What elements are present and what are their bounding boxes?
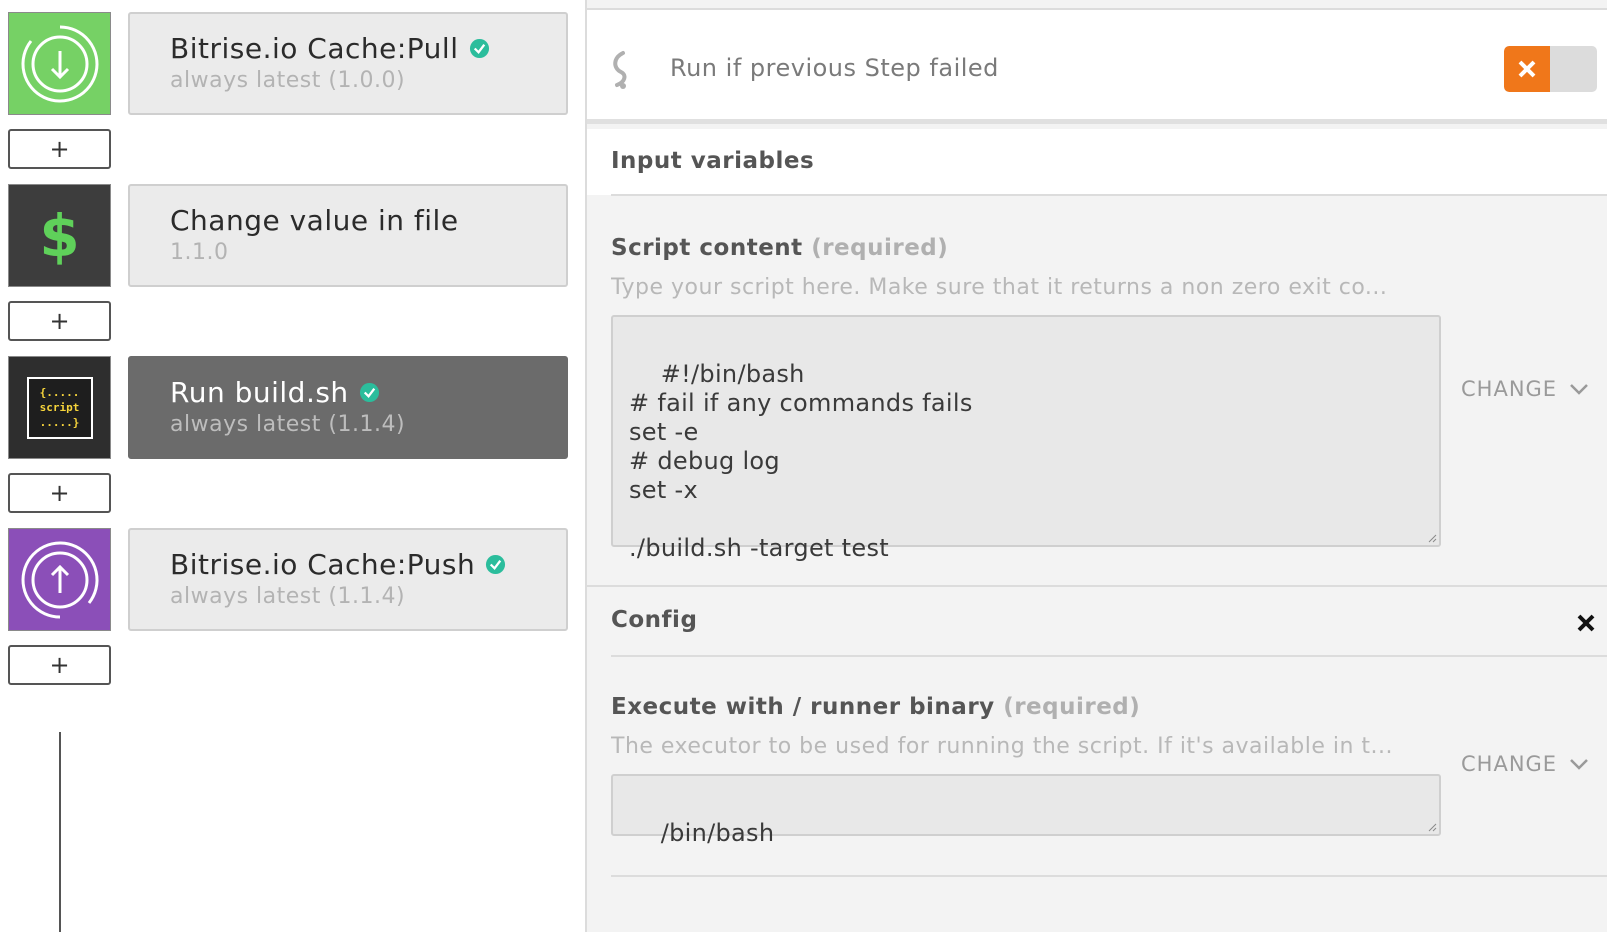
- add-step-button[interactable]: +: [8, 645, 111, 685]
- resize-handle-icon[interactable]: [1427, 822, 1437, 832]
- upload-circle-icon: [21, 541, 99, 618]
- step-title-row: Bitrise.io Cache:Push: [170, 548, 566, 582]
- step-title: Bitrise.io Cache:Pull: [170, 32, 459, 65]
- step-card-cache-pull[interactable]: Bitrise.io Cache:Pull always latest (1.0…: [128, 12, 568, 115]
- step-version: always latest (1.1.4): [170, 411, 406, 437]
- step-title-row: Run build.sh: [170, 376, 566, 410]
- run-build-step-icon[interactable]: {..... script .....}: [8, 356, 111, 459]
- resize-handle-icon[interactable]: [1427, 533, 1437, 543]
- dollar-icon: $: [39, 201, 80, 270]
- change-value-step-icon[interactable]: $: [8, 184, 111, 287]
- script-content-title: Script content (required): [611, 235, 948, 261]
- step-title: Run build.sh: [170, 376, 349, 409]
- toggle-off-knob: [1504, 46, 1550, 92]
- required-marker: (required): [1003, 694, 1141, 720]
- required-marker: (required): [811, 235, 949, 261]
- step-version: 1.1.0: [170, 239, 229, 265]
- change-runner-binary-button[interactable]: CHANGE: [1461, 752, 1589, 776]
- section-divider: [611, 655, 1607, 657]
- workflow-timeline-line: [59, 732, 61, 932]
- change-label: CHANGE: [1461, 752, 1558, 776]
- add-step-button[interactable]: +: [8, 473, 111, 513]
- verified-badge-icon: [469, 39, 489, 59]
- cache-push-step-icon[interactable]: [8, 528, 111, 631]
- step-title-row: Change value in file: [170, 204, 566, 238]
- script-icon-line: {.....: [39, 385, 80, 399]
- script-icon: {..... script .....}: [26, 376, 93, 439]
- cache-pull-step-icon[interactable]: [8, 12, 111, 115]
- section-divider: [611, 875, 1607, 877]
- run-if-icon: [613, 51, 627, 89]
- change-label: CHANGE: [1461, 377, 1558, 401]
- config-heading: Config: [611, 607, 698, 633]
- step-card-run-build[interactable]: Run build.sh always latest (1.1.4): [128, 356, 568, 459]
- input-variables-heading: Input variables: [611, 148, 815, 174]
- runner-binary-value: /bin/bash: [660, 819, 775, 847]
- field-label: Execute with / runner binary: [611, 694, 995, 720]
- step-version: always latest (1.0.0): [170, 67, 406, 93]
- step-card-change-value[interactable]: Change value in file 1.1.0: [128, 184, 568, 287]
- run-if-failed-row: Run if previous Step failed: [587, 8, 1607, 124]
- run-if-failed-label: Run if previous Step failed: [670, 54, 999, 82]
- step-card-cache-push[interactable]: Bitrise.io Cache:Push always latest (1.1…: [128, 528, 568, 631]
- section-divider: [611, 194, 1607, 196]
- script-icon-line: .....}: [39, 415, 80, 429]
- step-details-panel: Run if previous Step failed Input variab…: [587, 0, 1607, 932]
- script-content-textarea[interactable]: #!/bin/bash # fail if any commands fails…: [611, 315, 1441, 562]
- chevron-down-icon: [1570, 384, 1588, 395]
- step-title-row: Bitrise.io Cache:Pull: [170, 32, 566, 66]
- runner-binary-description: The executor to be used for running the …: [611, 734, 1394, 759]
- workflow-steps-panel: Bitrise.io Cache:Pull always latest (1.0…: [0, 0, 585, 932]
- add-step-button[interactable]: +: [8, 301, 111, 341]
- close-icon: [1518, 60, 1536, 78]
- script-icon-line: script: [39, 400, 80, 414]
- verified-badge-icon: [486, 555, 506, 575]
- step-title: Bitrise.io Cache:Push: [170, 548, 476, 581]
- download-circle-icon: [20, 25, 98, 102]
- step-title: Change value in file: [170, 204, 459, 237]
- close-config-icon[interactable]: [1575, 612, 1597, 634]
- verified-badge-icon: [359, 383, 379, 403]
- field-label: Script content: [611, 235, 803, 261]
- change-script-content-button[interactable]: CHANGE: [1461, 377, 1589, 401]
- script-content-description: Type your script here. Make sure that it…: [611, 275, 1388, 300]
- runner-binary-title: Execute with / runner binary (required): [611, 694, 1140, 720]
- chevron-down-icon: [1570, 759, 1588, 770]
- runner-binary-input[interactable]: /bin/bash: [611, 774, 1441, 847]
- section-divider: [587, 585, 1607, 587]
- run-if-failed-toggle[interactable]: [1504, 46, 1597, 92]
- add-step-button[interactable]: +: [8, 129, 111, 169]
- step-version: always latest (1.1.4): [170, 583, 406, 609]
- script-content-value: #!/bin/bash # fail if any commands fails…: [629, 360, 973, 562]
